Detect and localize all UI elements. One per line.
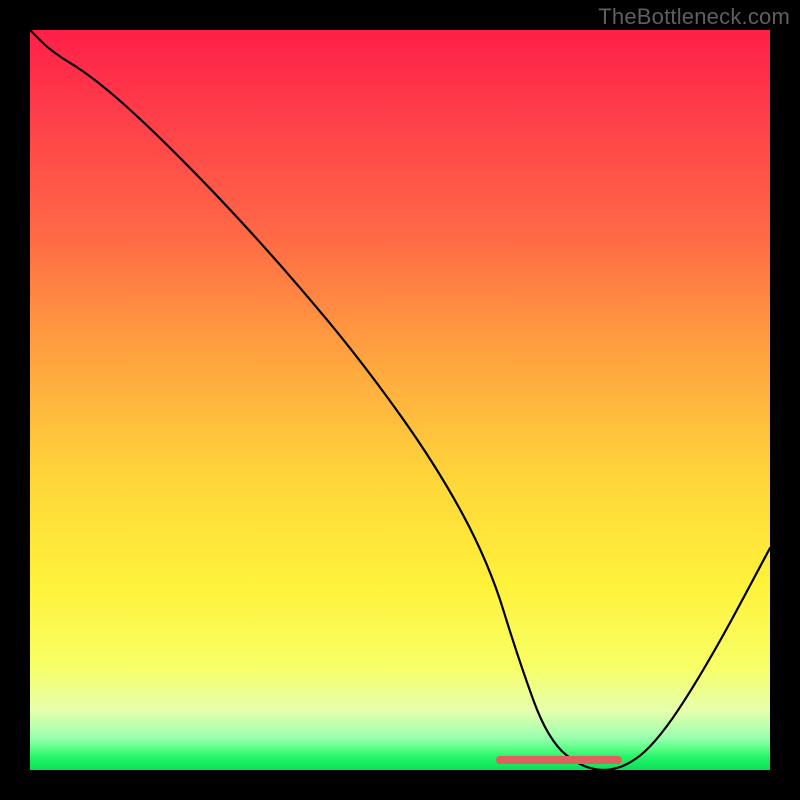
plot-area	[30, 30, 770, 770]
gradient-background	[30, 30, 770, 770]
chart-frame: TheBottleneck.com	[0, 0, 800, 800]
watermark-text: TheBottleneck.com	[598, 4, 790, 30]
optimal-range-marker	[496, 756, 622, 764]
